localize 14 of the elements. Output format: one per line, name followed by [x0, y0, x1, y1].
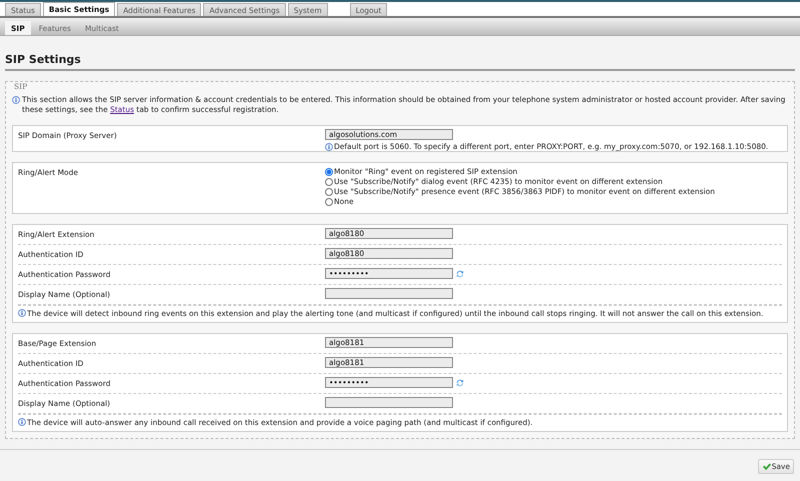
info-icon [325, 142, 333, 150]
info-icon [18, 418, 26, 426]
radio-button[interactable] [325, 198, 333, 206]
info-icon [12, 96, 20, 104]
radio-button[interactable] [325, 168, 333, 176]
refresh-icon[interactable] [456, 378, 464, 386]
text-field[interactable] [325, 288, 453, 299]
radio-button[interactable] [325, 188, 333, 196]
info-icon [18, 309, 26, 317]
page-title: SIP Settings [5, 53, 795, 71]
checkmark-icon [762, 462, 771, 471]
radio-button[interactable] [325, 178, 333, 186]
refresh-icon[interactable] [456, 270, 464, 278]
text-field[interactable] [325, 397, 453, 408]
